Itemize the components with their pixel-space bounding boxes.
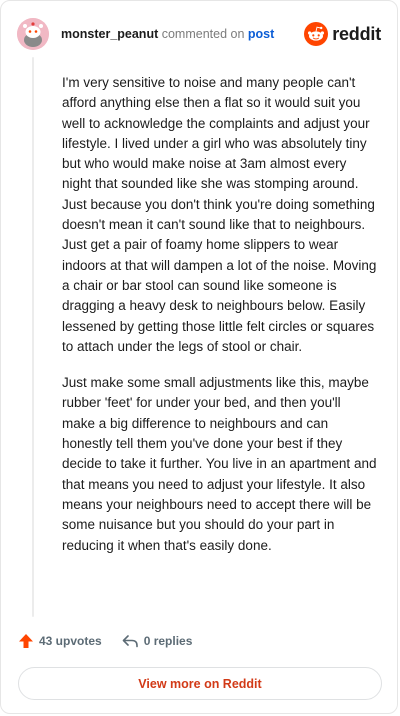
comment-actions: 43 upvotes 0 replies	[18, 633, 212, 649]
upvote-arrow-icon	[19, 634, 33, 648]
reply-button[interactable]: 0 replies	[122, 634, 193, 648]
comment-embed-card: monster_peanut commented on post reddit …	[0, 0, 398, 714]
reply-arrow-icon	[122, 635, 138, 648]
comment-body: I'm very sensitive to noise and many peo…	[62, 73, 377, 572]
upvote-button[interactable]: 43 upvotes	[18, 633, 102, 649]
comment-header: monster_peanut commented on post reddit	[17, 17, 381, 51]
comment-meta: monster_peanut commented on post	[61, 26, 274, 42]
thread-line[interactable]	[32, 57, 34, 617]
username-link[interactable]: monster_peanut	[61, 27, 158, 41]
post-link[interactable]: post	[248, 27, 274, 41]
upvote-count: 43 upvotes	[39, 634, 102, 648]
reddit-wordmark: reddit	[332, 23, 381, 44]
commented-on-text: commented on	[161, 27, 245, 41]
comment-paragraph: I'm very sensitive to noise and many peo…	[62, 75, 377, 354]
comment-paragraph: Just make some small adjustments like th…	[62, 375, 377, 553]
snoo-avatar-icon	[17, 18, 49, 50]
avatar[interactable]	[17, 18, 49, 50]
reddit-logo-icon	[304, 22, 329, 46]
reply-count: 0 replies	[143, 634, 193, 648]
reddit-brand[interactable]: reddit	[304, 22, 381, 46]
view-more-button[interactable]: View more on Reddit	[18, 667, 382, 700]
